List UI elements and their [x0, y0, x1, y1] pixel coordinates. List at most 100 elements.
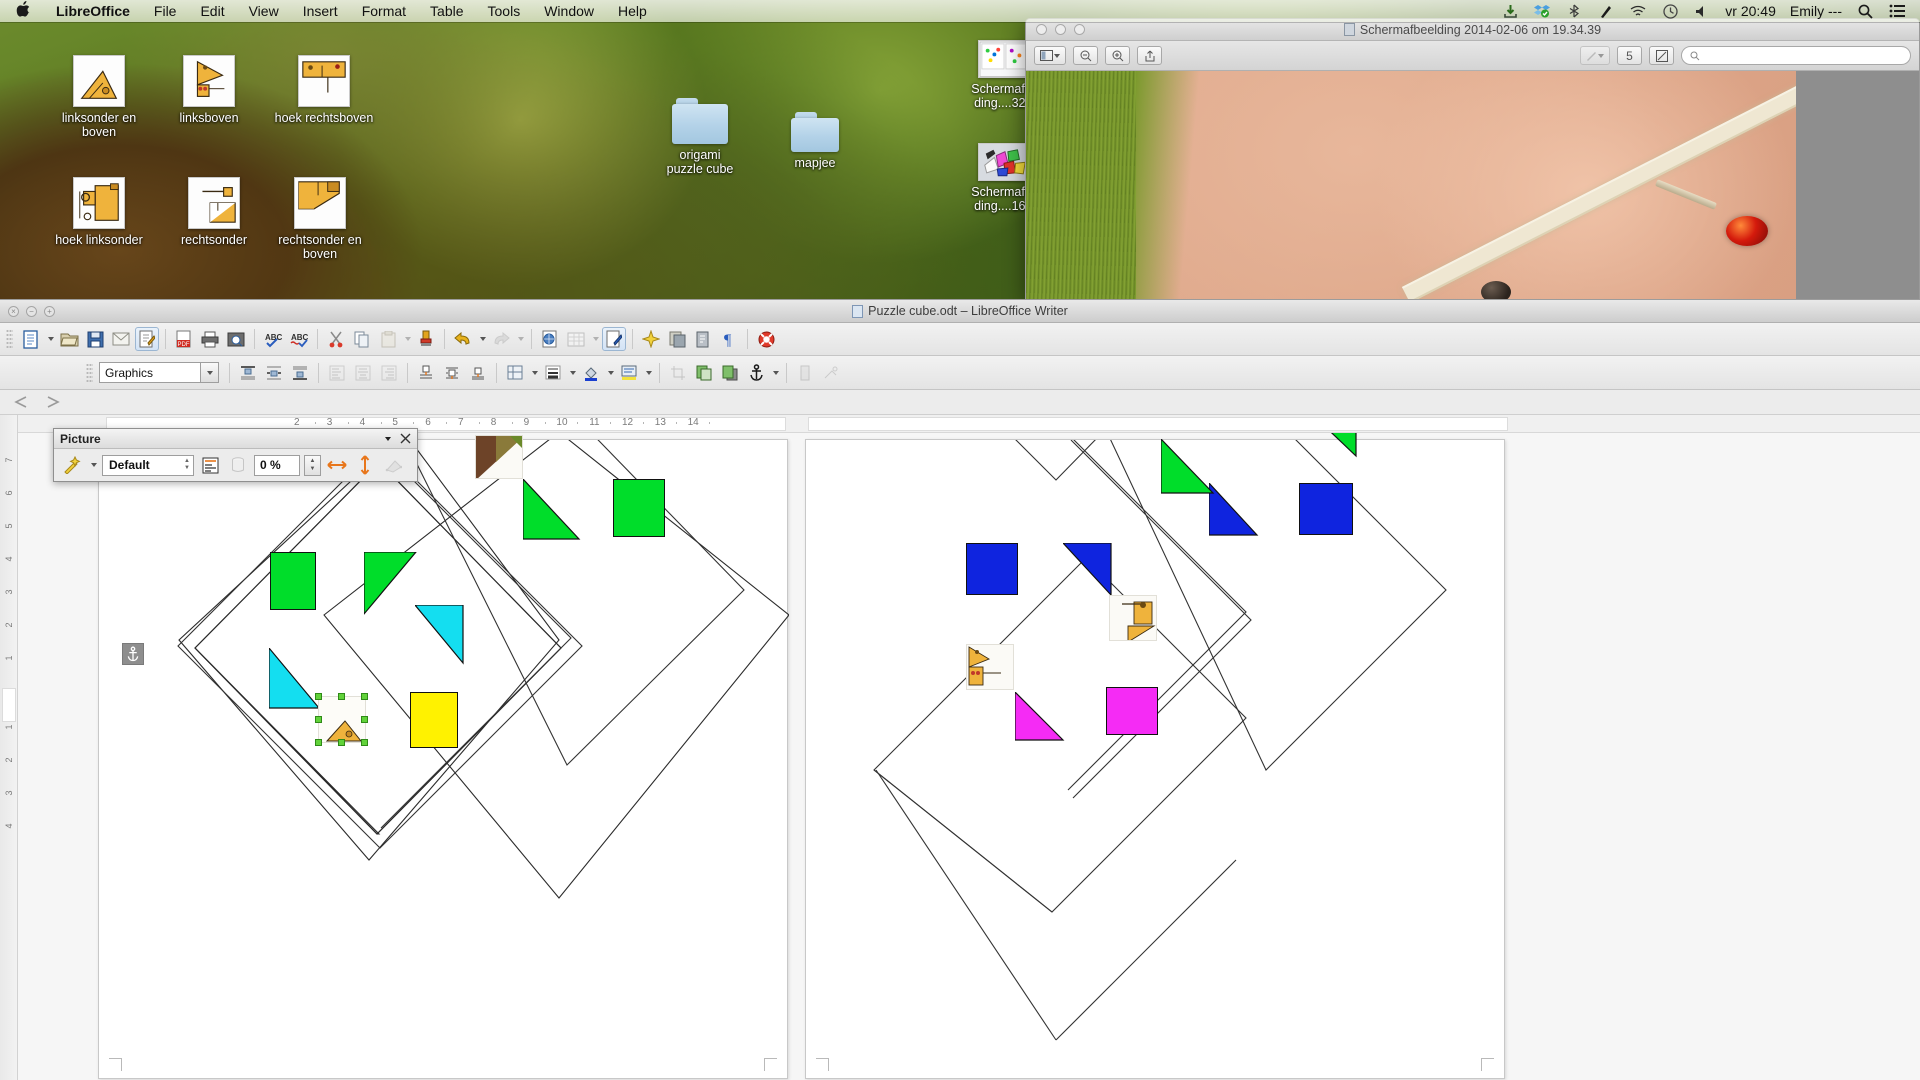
notification-center-icon[interactable]: [1888, 3, 1906, 19]
wifi-icon[interactable]: [1629, 3, 1647, 19]
anchor-dropdown-button[interactable]: [770, 361, 780, 385]
navigation-strip[interactable]: [0, 390, 1920, 415]
desktop-folder-mapjee[interactable]: mapjee: [760, 112, 870, 170]
align-top-button[interactable]: [236, 361, 260, 385]
paste-button[interactable]: [376, 327, 400, 351]
green-square-1[interactable]: [270, 552, 316, 610]
picture-toolbar-titlebar[interactable]: Picture: [54, 429, 417, 449]
green-square-2[interactable]: [613, 479, 665, 537]
vertical-ruler[interactable]: 76543211234: [0, 415, 18, 1080]
document-canvas[interactable]: 2 3 4 5 6 7 8 9 10 11 12 13 14: [18, 415, 1920, 1080]
desktop-icon-linksboven[interactable]: linksboven: [157, 55, 261, 125]
share-button[interactable]: [1137, 46, 1162, 65]
toolbar-grip[interactable]: [6, 329, 13, 349]
undo-button[interactable]: [451, 327, 475, 351]
menu-item-libreoffice[interactable]: LibreOffice: [44, 3, 142, 19]
flip-horizontal-icon[interactable]: [325, 453, 349, 477]
gallery-button[interactable]: [639, 327, 663, 351]
menu-bar-clock[interactable]: vr 20:49: [1725, 3, 1776, 19]
wrap-through-button[interactable]: [466, 361, 490, 385]
table-dropdown-button[interactable]: [590, 327, 600, 351]
green-triangle-3[interactable]: [1161, 439, 1215, 495]
bring-forward-button[interactable]: [692, 361, 716, 385]
graphics-toolbar[interactable]: Graphics: [0, 356, 1920, 390]
origami-image-1[interactable]: [1109, 595, 1157, 641]
blue-square-1[interactable]: [966, 543, 1018, 595]
photo-fragment-1[interactable]: [475, 435, 523, 479]
desktop-icon-hoek-linksonder[interactable]: hoek linksonder: [47, 177, 151, 247]
menu-item-help[interactable]: Help: [606, 3, 659, 19]
borders-button[interactable]: [503, 361, 527, 385]
transparency-stepper[interactable]: ▲ ▼: [304, 454, 321, 476]
formatting-marks-button[interactable]: ¶: [717, 327, 741, 351]
download-icon[interactable]: [1501, 3, 1519, 19]
area-style-button[interactable]: [617, 361, 641, 385]
desktop-icon-rechtsonder-en-boven[interactable]: rechtsonder en boven: [268, 177, 372, 261]
redo-dropdown-button[interactable]: [515, 327, 525, 351]
annotate-button[interactable]: [1649, 46, 1674, 65]
color-cylinder-icon[interactable]: [226, 453, 250, 477]
anchor-icon[interactable]: [122, 643, 144, 665]
origami-image-2[interactable]: [966, 644, 1014, 690]
menu-bar-user[interactable]: Emily ---: [1790, 3, 1842, 19]
hyperlink-button[interactable]: [538, 327, 562, 351]
wrap-parallel-button[interactable]: [440, 361, 464, 385]
menu-item-tools[interactable]: Tools: [476, 3, 533, 19]
magic-wand-dropdown-button[interactable]: [88, 453, 98, 477]
ungroup-button[interactable]: [793, 361, 817, 385]
align-center-vertical-button[interactable]: [262, 361, 286, 385]
standard-toolbar[interactable]: PDF ABC ABC ¶: [0, 323, 1920, 356]
selected-picture[interactable]: [318, 696, 366, 743]
autospellcheck-button[interactable]: ABC: [287, 327, 311, 351]
graphics-mode-select[interactable]: Default ▲ ▼: [102, 454, 194, 476]
cyan-triangle-2[interactable]: [269, 648, 321, 710]
preview-window[interactable]: Schermafbeelding 2014-02-06 om 19.34.39 …: [1025, 18, 1920, 300]
dropbox-icon[interactable]: [1533, 3, 1551, 19]
menu-bar-status-area[interactable]: vr 20:49 Emily ---: [1501, 3, 1920, 19]
libreoffice-titlebar[interactable]: × − + Puzzle cube.odt – LibreOffice Writ…: [0, 300, 1920, 323]
transparency-input[interactable]: 0 %: [254, 454, 300, 476]
new-dropdown-button[interactable]: [45, 327, 55, 351]
cyan-triangle-1[interactable]: [415, 605, 465, 665]
undo-dropdown-button[interactable]: [477, 327, 487, 351]
bluetooth-icon[interactable]: [1565, 3, 1583, 19]
green-triangle-1[interactable]: [364, 552, 418, 616]
magenta-square-1[interactable]: [1106, 687, 1158, 735]
navigator-button[interactable]: [665, 327, 689, 351]
desktop-icon-hoek-rechtsboven[interactable]: hoek rechtsboven: [272, 55, 376, 125]
zoom-in-button[interactable]: [1105, 46, 1130, 65]
volume-icon[interactable]: [1693, 3, 1711, 19]
align-bottom-button[interactable]: [288, 361, 312, 385]
clone-formatting-button[interactable]: [414, 327, 438, 351]
sidebar-view-button[interactable]: [1034, 46, 1066, 65]
print-preview-button[interactable]: [224, 327, 248, 351]
redo-button[interactable]: [489, 327, 513, 351]
save-button[interactable]: [83, 327, 107, 351]
desktop-icon-linksonder-en-boven[interactable]: linksonder en boven: [47, 55, 151, 139]
markup-color-button[interactable]: [1580, 46, 1610, 65]
align-left-button[interactable]: [325, 361, 349, 385]
magic-wand-icon[interactable]: [60, 453, 84, 477]
new-button[interactable]: [19, 327, 43, 351]
area-style-dropdown-button[interactable]: [643, 361, 653, 385]
wrap-off-button[interactable]: [414, 361, 438, 385]
edit-mode-button[interactable]: [135, 327, 159, 351]
send-backward-button[interactable]: [718, 361, 742, 385]
border-style-dropdown-button[interactable]: [567, 361, 577, 385]
menu-item-insert[interactable]: Insert: [291, 3, 350, 19]
preview-toolbar[interactable]: 5: [1026, 41, 1919, 71]
spinner-icon[interactable]: ▲ ▼: [184, 458, 190, 471]
picture-toolbar[interactable]: Picture Default ▲ ▼ 0 % ▲ ▼: [53, 428, 418, 482]
blue-triangle-1[interactable]: [1063, 543, 1113, 597]
menu-bar[interactable]: LibreOffice File Edit View Insert Format Table…: [0, 0, 1920, 22]
menu-item-edit[interactable]: Edit: [188, 3, 236, 19]
magenta-triangle-1[interactable]: [1015, 692, 1065, 742]
align-right-button[interactable]: [377, 361, 401, 385]
crop-icon[interactable]: [381, 453, 405, 477]
align-center-button[interactable]: [351, 361, 375, 385]
toolbar-grip[interactable]: [86, 362, 93, 383]
menu-item-table[interactable]: Table: [418, 3, 475, 19]
anchor-button[interactable]: [744, 361, 768, 385]
chevron-down-icon[interactable]: [200, 363, 218, 382]
menu-item-file[interactable]: File: [142, 3, 189, 19]
